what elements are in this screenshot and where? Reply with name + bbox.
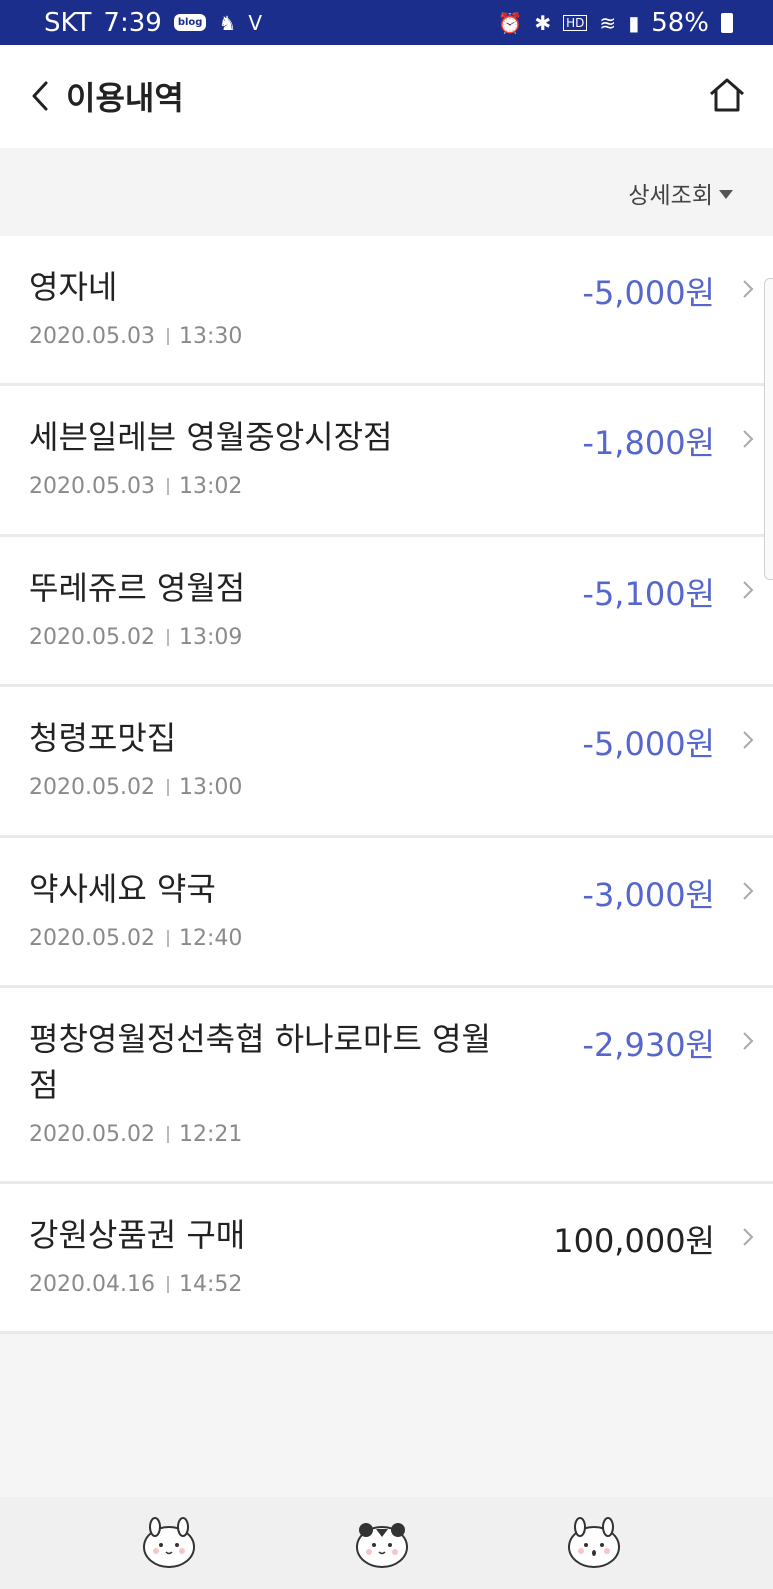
page-title: 이용내역 <box>66 79 184 117</box>
chevron-right-icon <box>743 882 754 900</box>
transaction-time: 12:21 <box>178 1122 243 1147</box>
transaction-time: 13:02 <box>178 474 243 499</box>
transaction-row[interactable]: 청령포맛집 -5,000원 2020.05.02 13:00 <box>0 687 773 838</box>
transaction-time: 14:52 <box>178 1272 243 1297</box>
transaction-time: 13:09 <box>178 625 243 650</box>
chevron-right-icon <box>743 581 754 599</box>
transaction-date: 2020.05.02 <box>29 775 155 800</box>
transaction-datetime: 2020.04.16 14:52 <box>29 1272 242 1297</box>
status-right: ⏰ ✱ HD ≋ ▮ 58% <box>497 8 733 38</box>
transaction-datetime: 2020.05.02 13:09 <box>29 625 242 650</box>
battery-percent: 58% <box>651 7 709 38</box>
battery-icon <box>721 12 733 33</box>
transaction-date: 2020.05.02 <box>29 625 155 650</box>
bunny-character-icon[interactable] <box>141 1515 197 1569</box>
transaction-date: 2020.05.03 <box>29 474 155 499</box>
transaction-amount: -3,000원 <box>582 876 715 914</box>
transaction-datetime: 2020.05.03 13:30 <box>29 324 242 349</box>
transaction-time: 13:30 <box>178 324 243 349</box>
transaction-list: 영자네 -5,000원 2020.05.03 13:30 세븐일레븐 영월중앙시… <box>0 236 773 1334</box>
transaction-datetime: 2020.05.02 12:40 <box>29 926 242 951</box>
clock: 7:39 <box>103 7 162 38</box>
carrier-label: SKT <box>44 7 92 38</box>
merchant-name: 영자네 <box>29 268 118 306</box>
transaction-row[interactable]: 강원상품권 구매 100,000원 2020.04.16 14:52 <box>0 1184 773 1334</box>
hd-voice-icon: HD <box>563 14 588 31</box>
chevron-right-icon <box>743 430 754 448</box>
divider <box>166 478 169 495</box>
transaction-amount: -1,800원 <box>582 424 715 462</box>
transaction-time: 12:40 <box>178 926 243 951</box>
transaction-row[interactable]: 평창영월정선축협 하나로마트 영월점 -2,930원 2020.05.02 12… <box>0 988 773 1184</box>
transaction-amount: -5,100원 <box>582 575 715 613</box>
divider <box>166 930 169 947</box>
transaction-datetime: 2020.05.02 13:00 <box>29 775 242 800</box>
merchant-name: 뚜레쥬르 영월점 <box>29 569 246 607</box>
transaction-amount: -2,930원 <box>582 1026 715 1064</box>
transaction-date: 2020.05.03 <box>29 324 155 349</box>
divider <box>166 328 169 345</box>
merchant-name: 강원상품권 구매 <box>29 1216 246 1254</box>
bluetooth-icon: ✱ <box>534 10 552 35</box>
divider <box>166 1126 169 1143</box>
detail-search-label: 상세조회 <box>628 183 713 209</box>
merchant-name: 약사세요 약국 <box>29 870 216 908</box>
app-notification-icon: V <box>248 10 263 35</box>
transaction-amount: -5,000원 <box>582 274 715 312</box>
transaction-amount: 100,000원 <box>553 1222 715 1260</box>
wifi-icon: ≋ <box>599 10 617 35</box>
merchant-name: 청령포맛집 <box>29 719 177 757</box>
chevron-right-icon <box>743 1032 754 1050</box>
transaction-time: 13:00 <box>178 775 243 800</box>
notification-icon: ♞ <box>218 10 237 35</box>
alarm-icon: ⏰ <box>497 10 523 35</box>
transaction-date: 2020.04.16 <box>29 1272 155 1297</box>
transaction-datetime: 2020.05.02 12:21 <box>29 1122 242 1147</box>
detail-search-dropdown[interactable]: 상세조회 <box>628 176 733 210</box>
app-header: 이용내역 <box>0 45 773 148</box>
status-bar: SKT 7:39 blog ♞ V ⏰ ✱ HD ≋ ▮ 58% <box>0 0 773 45</box>
transaction-row[interactable]: 약사세요 약국 -3,000원 2020.05.02 12:40 <box>0 838 773 988</box>
merchant-name: 세븐일레븐 영월중앙시장점 <box>29 418 393 456</box>
transaction-datetime: 2020.05.03 13:02 <box>29 474 242 499</box>
home-icon[interactable] <box>707 75 747 115</box>
divider <box>166 629 169 646</box>
chevron-right-icon <box>743 1228 754 1246</box>
transaction-row[interactable]: 뚜레쥬르 영월점 -5,100원 2020.05.02 13:09 <box>0 537 773 687</box>
chevron-right-icon <box>743 731 754 749</box>
transaction-amount: -5,000원 <box>582 725 715 763</box>
back-arrow-icon[interactable] <box>28 79 52 113</box>
scrollbar[interactable] <box>764 278 773 580</box>
status-left: SKT 7:39 blog ♞ V <box>44 8 262 38</box>
divider <box>166 1276 169 1293</box>
transaction-date: 2020.05.02 <box>29 1122 155 1147</box>
panda-character-icon[interactable] <box>354 1515 410 1569</box>
caret-down-icon <box>719 190 733 199</box>
transaction-row[interactable]: 영자네 -5,000원 2020.05.03 13:30 <box>0 236 773 386</box>
bunny-face-icon[interactable] <box>566 1515 622 1569</box>
transaction-row[interactable]: 세븐일레븐 영월중앙시장점 -1,800원 2020.05.03 13:02 <box>0 386 773 537</box>
divider <box>166 779 169 796</box>
filter-bar: 상세조회 <box>0 148 773 236</box>
bottom-navigation <box>0 1497 773 1589</box>
blog-notification-icon: blog <box>173 14 207 31</box>
merchant-name: 평창영월정선축협 하나로마트 영월점 <box>29 1020 491 1104</box>
signal-icon: ▮ <box>628 10 640 35</box>
transaction-date: 2020.05.02 <box>29 926 155 951</box>
chevron-right-icon <box>743 280 754 298</box>
